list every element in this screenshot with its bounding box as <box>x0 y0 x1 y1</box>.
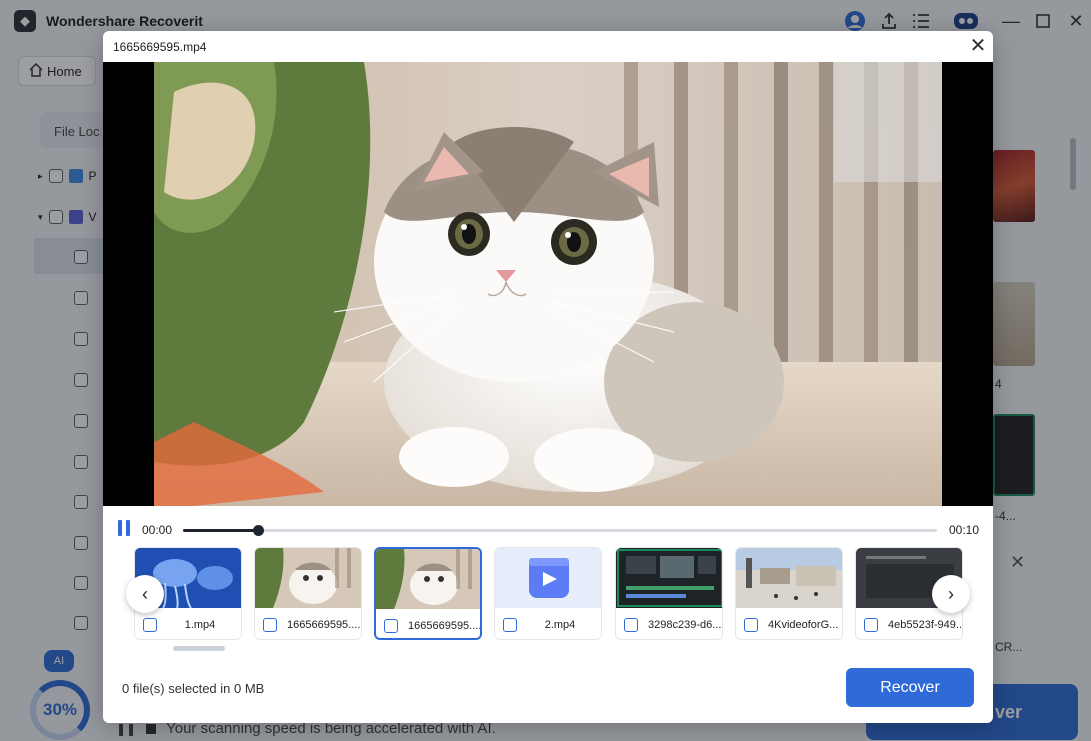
video-preview-dialog: 1665669595.mp4 ✕ 00:00 00:10 1.mp4 16656… <box>103 31 993 723</box>
thumbnail-checkbox[interactable] <box>384 619 398 633</box>
seek-bar-handle[interactable] <box>253 525 265 536</box>
thumbnail-checkbox[interactable] <box>143 618 157 632</box>
thumbnail-checkbox[interactable] <box>263 618 277 632</box>
thumbnail-image <box>736 548 842 608</box>
cat-video-frame-image <box>154 62 942 506</box>
thumbnail-scrollbar[interactable] <box>173 646 225 651</box>
player-controls: 00:00 00:10 <box>103 506 993 546</box>
thumbnail-image <box>616 548 722 608</box>
thumbnail-image <box>495 548 601 608</box>
thumbnail-item[interactable]: 1665669595.... <box>254 547 362 640</box>
seek-bar-progress <box>183 529 259 532</box>
thumbnail-item[interactable]: 2.mp4 <box>494 547 602 640</box>
thumbnail-strip: 1.mp4 1665669595.... 1665669595.... 2.mp… <box>134 547 964 643</box>
dialog-close-icon[interactable]: ✕ <box>967 35 989 57</box>
thumbnail-item[interactable]: 3298c239-d6... <box>615 547 723 640</box>
pause-icon[interactable] <box>118 520 132 536</box>
video-player[interactable] <box>103 62 993 506</box>
thumbnail-footer: 1.mp4 <box>135 612 241 638</box>
thumbnail-footer: 2.mp4 <box>495 612 601 638</box>
thumbnail-checkbox[interactable] <box>503 618 517 632</box>
thumbnail-filename: 1665669595.... <box>408 620 480 632</box>
seek-bar[interactable] <box>183 525 937 536</box>
thumbnail-footer: 1665669595.... <box>255 612 361 638</box>
thumbnail-filename: 1665669595.... <box>287 619 361 631</box>
total-time: 00:10 <box>949 523 980 537</box>
thumbnail-footer: 4KvideoforG... <box>736 612 842 638</box>
thumbnail-item-selected[interactable]: 1665669595.... <box>374 547 482 640</box>
thumbnail-footer: 3298c239-d6... <box>616 612 722 638</box>
thumbnail-item[interactable]: 4KvideoforG... <box>735 547 843 640</box>
thumbnail-footer: 4eb5523f-949... <box>856 612 962 638</box>
thumbnail-filename: 2.mp4 <box>544 619 576 631</box>
thumbnail-filename: 4eb5523f-949... <box>888 619 962 631</box>
previous-arrow-icon[interactable]: ‹ <box>126 575 164 613</box>
thumbnail-filename: 1.mp4 <box>184 619 216 631</box>
current-time: 00:00 <box>142 523 173 537</box>
thumbnail-filename: 3298c239-d6... <box>648 619 722 631</box>
thumbnail-checkbox[interactable] <box>744 618 758 632</box>
thumbnail-filename: 4KvideoforG... <box>768 619 839 631</box>
next-arrow-icon[interactable]: › <box>932 575 970 613</box>
thumbnail-checkbox[interactable] <box>624 618 638 632</box>
thumbnail-footer: 1665669595.... <box>376 613 480 638</box>
thumbnail-checkbox[interactable] <box>864 618 878 632</box>
recover-button[interactable]: Recover <box>846 668 974 707</box>
video-frame <box>154 62 942 506</box>
thumbnail-image <box>376 549 480 609</box>
thumbnail-image <box>255 548 361 608</box>
dialog-title: 1665669595.mp4 <box>113 40 207 54</box>
selection-info: 0 file(s) selected in 0 MB <box>122 681 265 696</box>
